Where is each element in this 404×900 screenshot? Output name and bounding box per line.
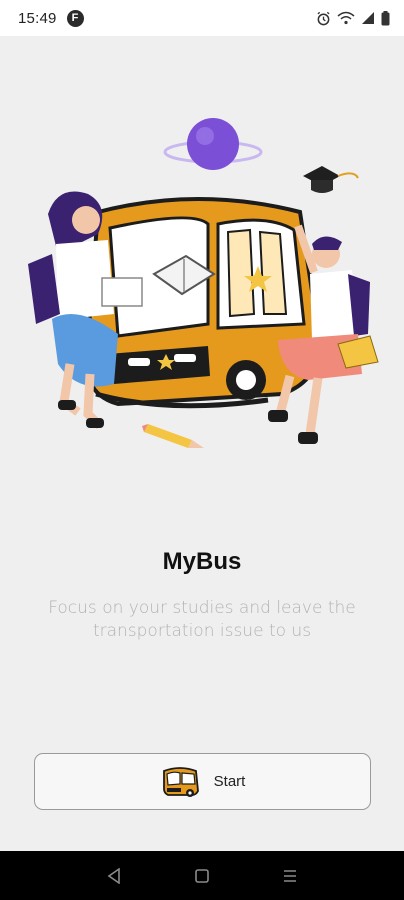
home-button[interactable] bbox=[182, 856, 222, 896]
wifi-icon bbox=[337, 11, 355, 25]
app-notification-icon: F bbox=[66, 9, 84, 27]
bus-icon bbox=[162, 766, 199, 797]
alarm-icon bbox=[317, 11, 330, 25]
status-icons bbox=[316, 10, 390, 26]
recents-icon bbox=[284, 869, 296, 882]
start-button[interactable]: Start bbox=[34, 753, 371, 810]
status-time: 15:49 bbox=[18, 9, 57, 27]
recents-button[interactable] bbox=[270, 856, 310, 896]
start-button-label: Start bbox=[213, 773, 246, 790]
status-bar: 15:49 F bbox=[0, 0, 404, 36]
back-button[interactable] bbox=[94, 856, 134, 896]
battery-icon bbox=[381, 10, 390, 25]
app-subtitle: Focus on your studies and leave the tran… bbox=[48, 598, 356, 641]
home-icon bbox=[195, 868, 209, 883]
navigation-bar bbox=[0, 851, 404, 900]
graduation-cap-icon bbox=[303, 166, 359, 193]
app-title: MyBus bbox=[162, 548, 242, 575]
signal-icon bbox=[362, 12, 374, 24]
pencil-icon bbox=[142, 424, 204, 448]
students-bus-illustration bbox=[28, 118, 379, 448]
main-content: MyBus Focus on your studies and leave th… bbox=[0, 36, 404, 851]
back-icon bbox=[107, 867, 120, 884]
planet-icon bbox=[163, 118, 263, 170]
